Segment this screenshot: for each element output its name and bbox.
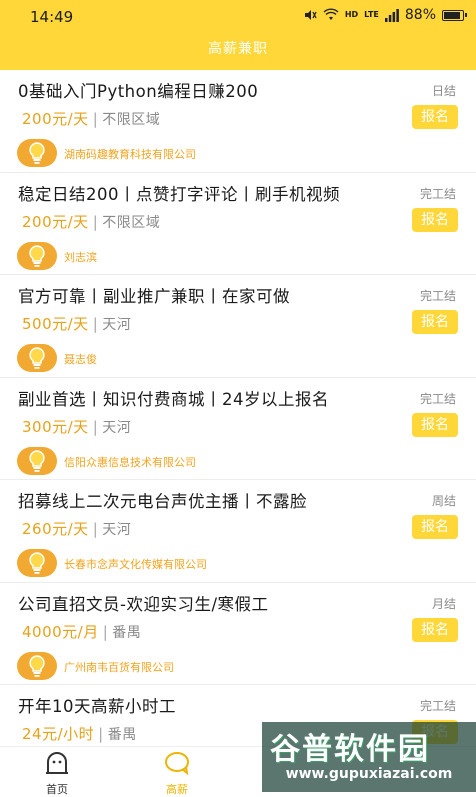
watermark-logo: 谷普软件园 <box>270 732 430 767</box>
watermark-url: www.gupuxiazai.com <box>285 766 453 782</box>
divider: | <box>98 725 104 743</box>
signup-button[interactable]: 报名 <box>412 105 458 129</box>
salary-line: 4000元/月 | 番禺 <box>22 621 141 642</box>
salary-line: 500元/天 | 天河 <box>22 313 131 334</box>
mute-icon <box>304 10 317 20</box>
salary: 200元/天 <box>22 110 89 128</box>
job-item[interactable]: 稳定日结200丨点赞打字评论丨刷手机视频 完工结 200元/天 | 不限区域 报名 … <box>0 173 476 275</box>
settlement-type: 月结 <box>431 596 456 611</box>
status-time: 14:49 <box>30 8 74 26</box>
tab-high-salary[interactable]: 高薪 <box>137 751 217 797</box>
signup-button[interactable]: 报名 <box>412 617 458 642</box>
lte-label: LTE <box>364 10 379 19</box>
avatar <box>17 241 57 270</box>
divider: | <box>92 110 99 128</box>
avatar <box>17 344 57 372</box>
job-title: 稳定日结200丨点赞打字评论丨刷手机视频 <box>18 184 340 204</box>
salary: 24元/小时 <box>22 725 95 743</box>
company-name: 聂志俊 <box>64 353 97 366</box>
signup-button[interactable]: 报名 <box>412 412 458 437</box>
divider: | <box>102 622 109 641</box>
settlement-type: 日结 <box>431 84 456 98</box>
salary-line: 200元/天 | 不限区域 <box>22 108 160 129</box>
status-bar: 14:49 HD LTE 88% <box>0 0 476 34</box>
battery-icon <box>442 9 467 21</box>
job-title: 开年10天高薪小时工 <box>18 697 176 716</box>
settlement-type: 完工结 <box>419 289 456 303</box>
salary: 200元/天 <box>22 212 89 231</box>
home-icon <box>46 752 68 774</box>
company-name: 刘志滨 <box>64 250 97 264</box>
job-title: 官方可靠丨副业推广兼职丨在家可做 <box>18 287 290 306</box>
divider: | <box>92 520 99 538</box>
signup-button[interactable]: 报名 <box>412 310 458 334</box>
job-list[interactable]: 0基础入门Python编程日赚200 日结 200元/天 | 不限区域 报名 湖南码… <box>0 70 476 746</box>
status-icons: HD LTE 88% <box>303 7 467 23</box>
salary: 260元/天 <box>22 520 89 538</box>
lightbulb-icon <box>29 654 45 677</box>
work-area: 番禺 <box>112 624 142 641</box>
wifi-icon <box>323 8 339 20</box>
settlement-type: 完工结 <box>419 699 456 713</box>
signup-button[interactable]: 报名 <box>412 515 458 539</box>
work-area: 不限区域 <box>102 214 161 231</box>
job-item[interactable]: 官方可靠丨副业推广兼职丨在家可做 完工结 500元/天 | 天河 报名 聂志俊 <box>0 275 476 378</box>
lightbulb-icon <box>29 142 45 164</box>
battery-fill <box>444 11 460 19</box>
company-name: 广州南韦百货有限公司 <box>64 660 174 674</box>
salary-line: 300元/天 | 天河 <box>22 416 131 437</box>
battery-percent: 88% <box>404 7 436 23</box>
job-title: 副业首选丨知识付费商城丨24岁以上报名 <box>18 389 329 409</box>
work-area: 不限区域 <box>102 112 161 128</box>
work-area: 天河 <box>102 317 132 333</box>
tab-home[interactable]: 首页 <box>17 751 97 797</box>
avatar <box>17 651 57 680</box>
job-item[interactable]: 招募线上二次元电台声优主播丨不露脸 周结 260元/天 | 天河 报名 长春市念声文… <box>0 480 476 583</box>
signal-icon <box>384 8 399 22</box>
lightbulb-icon <box>29 449 45 472</box>
tab-high-salary-label: 高薪 <box>166 783 188 796</box>
lightbulb-icon <box>29 552 45 574</box>
job-title: 公司直招文员-欢迎实习生/寒假工 <box>18 594 269 614</box>
divider: | <box>92 417 99 436</box>
job-title: 0基础入门Python编程日赚200 <box>18 82 259 101</box>
salary: 4000元/月 <box>22 622 99 641</box>
salary-line: 24元/小时 | 番禺 <box>22 723 137 744</box>
lightbulb-icon <box>29 347 45 369</box>
job-item[interactable]: 副业首选丨知识付费商城丨24岁以上报名 完工结 300元/天 | 天河 报名 信阳众… <box>0 378 476 480</box>
company-name: 长春市念声文化传媒有限公司 <box>64 558 207 571</box>
work-area: 番禺 <box>107 727 137 743</box>
salary: 300元/天 <box>22 417 89 436</box>
hd-label: HD <box>344 10 359 19</box>
work-area: 天河 <box>102 419 132 436</box>
company-name: 湖南码趣教育科技有限公司 <box>64 148 196 161</box>
job-title: 招募线上二次元电台声优主播丨不露脸 <box>18 492 307 511</box>
company-name: 信阳众惠信息技术有限公司 <box>64 455 196 469</box>
settlement-type: 完工结 <box>419 186 456 201</box>
divider: | <box>92 212 99 231</box>
avatar <box>17 446 57 475</box>
avatar <box>17 139 57 167</box>
divider: | <box>92 315 99 333</box>
salary-line: 260元/天 | 天河 <box>22 518 131 539</box>
signup-button[interactable]: 报名 <box>412 207 458 232</box>
work-area: 天河 <box>102 522 132 538</box>
avatar <box>17 549 57 577</box>
nav-bar: 高薪兼职 <box>0 34 476 70</box>
salary-line: 200元/天 | 不限区域 <box>22 211 160 232</box>
settlement-type: 完工结 <box>419 391 456 406</box>
lightbulb-icon <box>29 244 45 267</box>
page-title: 高薪兼职 <box>208 41 268 57</box>
job-item[interactable]: 0基础入门Python编程日赚200 日结 200元/天 | 不限区域 报名 湖南码… <box>0 70 476 173</box>
salary: 500元/天 <box>22 315 89 333</box>
job-item[interactable]: 公司直招文员-欢迎实习生/寒假工 月结 4000元/月 | 番禺 报名 广州南韦百货… <box>0 583 476 685</box>
chat-bubble-icon <box>165 752 189 776</box>
watermark: 谷普软件园 www.gupuxiazai.com <box>262 722 476 792</box>
settlement-type: 周结 <box>431 494 456 508</box>
tab-home-label: 首页 <box>46 783 68 796</box>
